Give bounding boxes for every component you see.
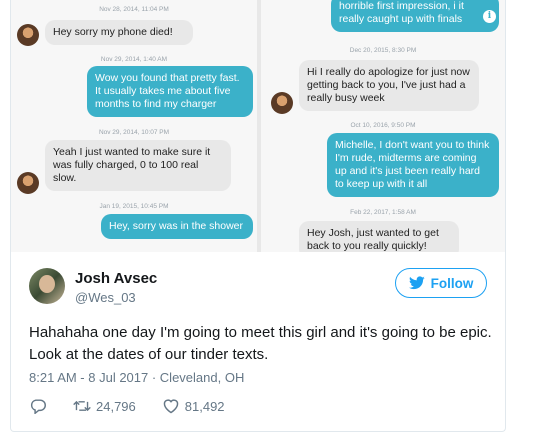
message-timestamp: Jan 19, 2015, 10:45 PM <box>99 203 169 210</box>
outgoing-message: Wow you found that pretty fast. It usual… <box>87 66 253 117</box>
message-timestamp: Nov 29, 2014, 10:07 PM <box>98 129 170 136</box>
like-button[interactable]: 81,492 <box>162 398 225 414</box>
tweet-media-image[interactable]: Nov 28, 2014, 11:04 PM Hey sorry my phon… <box>11 0 505 252</box>
incoming-message: Yeah I just wanted to make sure it was f… <box>45 140 231 191</box>
retweet-icon <box>73 400 91 412</box>
message-timestamp: Feb 22, 2017, 1:58 AM <box>350 209 416 216</box>
outgoing-message: Michelle, I don't want you to think I'm … <box>327 133 499 197</box>
author-avatar[interactable] <box>29 268 65 304</box>
outgoing-message: horrible first impression, i it really c… <box>331 0 499 32</box>
incoming-message: Hi I really do apologize for just now ge… <box>299 60 479 111</box>
embedded-tweet-card: Nov 28, 2014, 11:04 PM Hey sorry my phon… <box>10 0 506 432</box>
reply-icon <box>30 399 46 414</box>
reply-button[interactable] <box>29 398 47 414</box>
twitter-bird-icon <box>408 276 425 290</box>
tweet-timestamp[interactable]: 8:21 AM - 8 Jul 2017 · Cleveland, OH <box>29 370 244 385</box>
retweet-button[interactable]: 24,796 <box>73 398 136 414</box>
outgoing-message: Hey, sorry was in the shower <box>101 214 253 239</box>
author-handle[interactable]: @Wes_03 <box>75 290 136 305</box>
match-avatar <box>17 24 39 46</box>
incoming-message: Hey sorry my phone died! <box>45 20 193 45</box>
info-icon: i <box>483 10 496 23</box>
message-timestamp: Dec 20, 2015, 8:30 PM <box>349 47 417 54</box>
tweet-actions: 24,796 81,492 <box>29 396 251 416</box>
heart-icon <box>163 399 179 414</box>
message-timestamp: Nov 28, 2014, 11:04 PM <box>99 6 169 13</box>
message-timestamp: Oct 10, 2016, 9:50 PM <box>350 122 416 129</box>
tweet-body: Josh Avsec @Wes_03 Follow Hahahaha one d… <box>11 252 505 431</box>
chat-screenshot-left: Nov 28, 2014, 11:04 PM Hey sorry my phon… <box>11 0 257 252</box>
chat-screenshot-right: horrible first impression, i it really c… <box>261 0 505 252</box>
match-avatar <box>17 172 39 194</box>
match-avatar <box>271 92 293 114</box>
follow-button[interactable]: Follow <box>395 268 487 298</box>
follow-label: Follow <box>430 275 474 291</box>
like-count: 81,492 <box>184 398 225 414</box>
retweet-count: 24,796 <box>96 398 136 414</box>
author-name[interactable]: Josh Avsec <box>75 270 157 287</box>
tweet-text: Hahahaha one day I'm going to meet this … <box>29 324 492 363</box>
message-timestamp: Nov 29, 2014, 1:40 AM <box>100 56 168 63</box>
incoming-message: Hey Josh, just wanted to get back to you… <box>299 221 459 252</box>
